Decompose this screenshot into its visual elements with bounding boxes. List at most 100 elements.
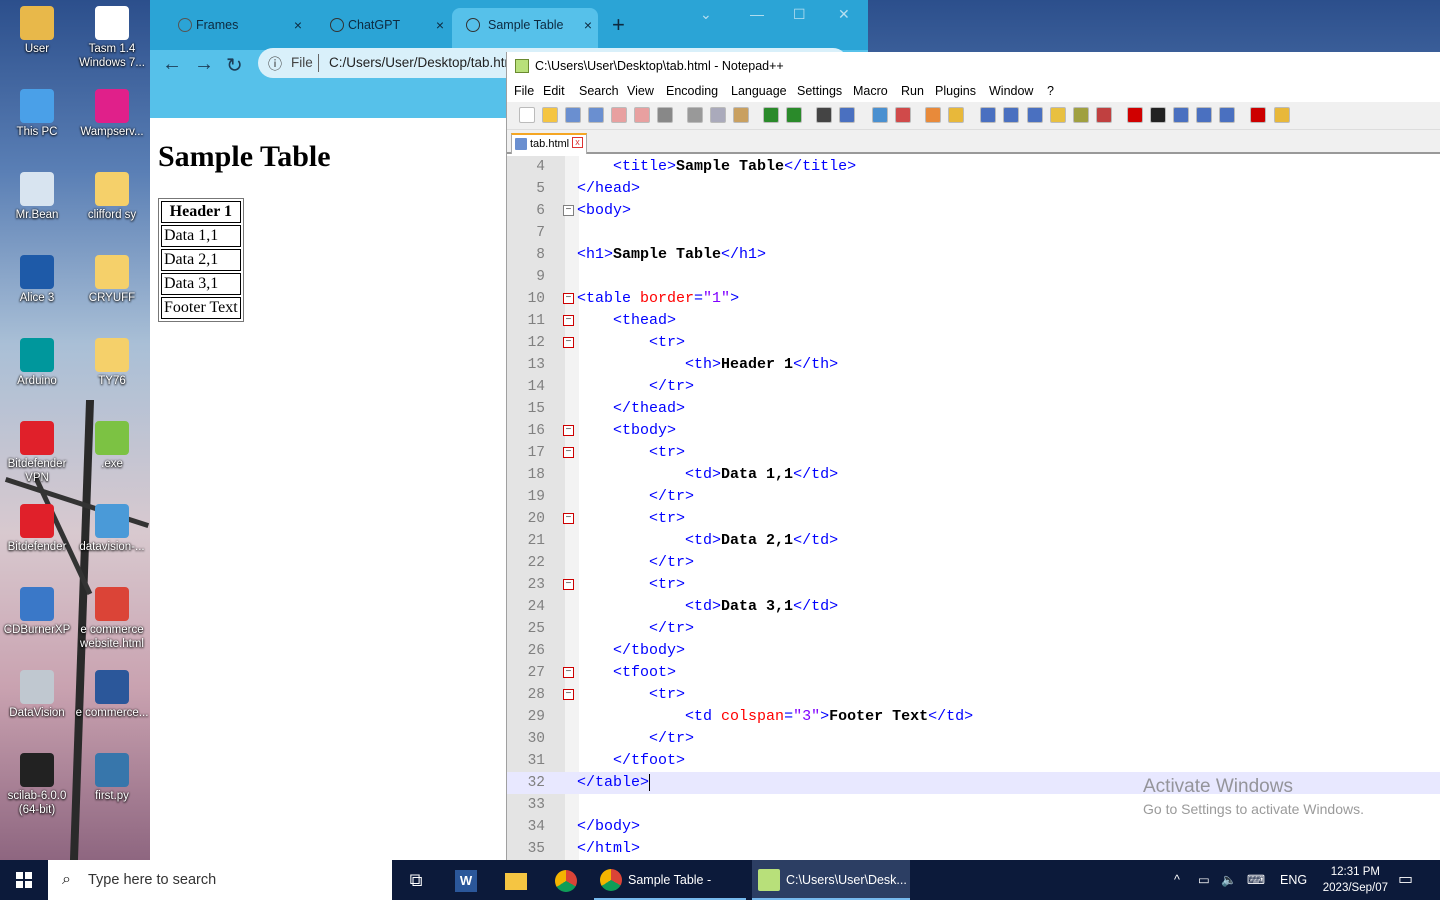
close-tab-icon[interactable]: × [436, 10, 444, 40]
code-line[interactable]: 13 <th>Header 1</th> [507, 354, 1440, 376]
desktop-icon[interactable]: Bitdefender [0, 500, 74, 554]
tab-frames[interactable]: Frames × [158, 10, 308, 40]
zoom-out-icon[interactable] [895, 107, 911, 123]
doc-map-icon[interactable] [1050, 107, 1066, 123]
play-macro-icon[interactable] [1173, 107, 1189, 123]
menu-language[interactable]: Language [731, 84, 787, 98]
open-file-icon[interactable] [542, 107, 558, 123]
code-line[interactable]: 23 − <tr> [507, 574, 1440, 596]
code-line[interactable]: 5 </head> [507, 178, 1440, 200]
fold-toggle-icon[interactable]: − [563, 315, 574, 326]
notification-icon[interactable]: ▭ [1398, 860, 1413, 900]
fold-toggle-icon[interactable]: − [563, 579, 574, 590]
sync-v-icon[interactable] [925, 107, 941, 123]
find-icon[interactable] [816, 107, 832, 123]
fold-toggle-icon[interactable]: − [563, 689, 574, 700]
code-line[interactable]: 10 − <table border="1"> [507, 288, 1440, 310]
code-line[interactable]: 18 <td>Data 1,1</td> [507, 464, 1440, 486]
code-line[interactable]: 8 <h1>Sample Table</h1> [507, 244, 1440, 266]
menu-search[interactable]: Search [579, 84, 619, 98]
back-arrow-icon[interactable]: ← [162, 53, 182, 76]
start-button[interactable] [0, 860, 48, 900]
chevron-up-icon[interactable]: ^ [1174, 860, 1180, 900]
close-icon[interactable] [611, 107, 627, 123]
desktop-icon[interactable]: Bitdefender VPN [0, 417, 74, 485]
taskbar-app-notepadpp[interactable]: C:\Users\User\Desk... [752, 860, 910, 900]
close-all-icon[interactable] [634, 107, 650, 123]
desktop-icon[interactable]: Alice 3 [0, 251, 74, 305]
close-tab-icon[interactable]: × [294, 10, 302, 40]
keyboard-icon[interactable]: ⌨ [1247, 860, 1265, 900]
menu-run[interactable]: Run [901, 84, 924, 98]
desktop-icon[interactable]: Mr.Bean [0, 168, 74, 222]
fold-toggle-icon[interactable]: − [563, 425, 574, 436]
fold-toggle-icon[interactable]: − [563, 513, 574, 524]
code-editor[interactable]: 4 <title>Sample Table</title> 5 </head> 6− <… [507, 156, 1440, 860]
word-icon[interactable]: W [442, 860, 490, 900]
menu-view[interactable]: View [627, 84, 654, 98]
redo-icon[interactable] [786, 107, 802, 123]
reload-icon[interactable]: ↻ [226, 53, 243, 78]
code-line[interactable]: 6 − <body> [507, 200, 1440, 222]
print-icon[interactable] [657, 107, 673, 123]
fold-toggle-icon[interactable]: − [563, 447, 574, 458]
desktop-icon[interactable]: scilab-6.0.0 (64-bit) [0, 749, 74, 817]
menu-file[interactable]: File [514, 84, 534, 98]
code-line[interactable]: 7 [507, 222, 1440, 244]
desktop-icon[interactable]: Tasm 1.4 Windows 7... [75, 2, 149, 70]
code-line[interactable]: 12 − <tr> [507, 332, 1440, 354]
launch-icon[interactable] [1274, 107, 1290, 123]
file-explorer-icon[interactable] [492, 860, 540, 900]
desktop-icon[interactable]: DataVision [0, 666, 74, 720]
code-line[interactable]: 33 [507, 794, 1440, 816]
close-icon[interactable]: ✕ [838, 6, 850, 23]
new-tab-button[interactable]: + [612, 12, 625, 38]
function-list-icon[interactable] [1073, 107, 1089, 123]
paste-icon[interactable] [733, 107, 749, 123]
fold-toggle-icon[interactable]: − [563, 337, 574, 348]
copy-icon[interactable] [710, 107, 726, 123]
menu-macro[interactable]: Macro [853, 84, 888, 98]
save-icon[interactable] [565, 107, 581, 123]
code-line[interactable]: 24 <td>Data 3,1</td> [507, 596, 1440, 618]
zoom-in-icon[interactable] [872, 107, 888, 123]
save-all-icon[interactable] [588, 107, 604, 123]
info-icon[interactable]: ⓘ [268, 54, 282, 74]
network-icon[interactable]: ▭ [1198, 860, 1210, 900]
spell-check-icon[interactable] [1250, 107, 1266, 123]
task-view-icon[interactable]: ⧉ [392, 860, 440, 900]
code-line[interactable]: 29 <td colspan="3">Footer Text</td> [507, 706, 1440, 728]
chrome-icon[interactable] [542, 860, 590, 900]
language-indicator[interactable]: ENG [1280, 860, 1307, 900]
code-line[interactable]: 30 </tr> [507, 728, 1440, 750]
maximize-icon[interactable]: ☐ [793, 6, 806, 23]
desktop-icon[interactable]: Wampserv... [75, 85, 149, 139]
code-line[interactable]: 11 − <thead> [507, 310, 1440, 332]
save-macro-icon[interactable] [1219, 107, 1235, 123]
code-line[interactable]: 16 − <tbody> [507, 420, 1440, 442]
menu-help[interactable]: ? [1047, 84, 1054, 98]
clock[interactable]: 12:31 PM 2023/Sep/07 [1323, 864, 1388, 896]
desktop-icon[interactable]: first.py [75, 749, 149, 803]
fold-toggle-icon[interactable]: − [563, 293, 574, 304]
indent-guide-icon[interactable] [1027, 107, 1043, 123]
desktop-icon[interactable]: Arduino [0, 334, 74, 388]
desktop-icon[interactable]: User [0, 2, 74, 56]
desktop-icon[interactable]: clifford sy [75, 168, 149, 222]
record-macro-icon[interactable] [1127, 107, 1143, 123]
undo-icon[interactable] [763, 107, 779, 123]
taskbar-search-box[interactable]: ⌕ Type here to search [48, 860, 392, 900]
chevron-down-icon[interactable]: ⌄ [700, 6, 712, 23]
stop-macro-icon[interactable] [1150, 107, 1166, 123]
code-line[interactable]: 9 [507, 266, 1440, 288]
show-all-chars-icon[interactable] [1003, 107, 1019, 123]
code-line[interactable]: 28 − <tr> [507, 684, 1440, 706]
code-line[interactable]: 26 </tbody> [507, 640, 1440, 662]
minimize-icon[interactable]: — [750, 6, 764, 22]
fold-toggle-icon[interactable]: − [563, 205, 574, 216]
desktop-icon[interactable]: This PC [0, 85, 74, 139]
desktop-icon[interactable]: e commerce website.html [75, 583, 149, 651]
document-tab[interactable]: tab.html x [511, 133, 587, 154]
taskbar-app-chrome[interactable]: Sample Table - Goo... [594, 860, 746, 900]
code-line[interactable]: 34 </body> [507, 816, 1440, 838]
